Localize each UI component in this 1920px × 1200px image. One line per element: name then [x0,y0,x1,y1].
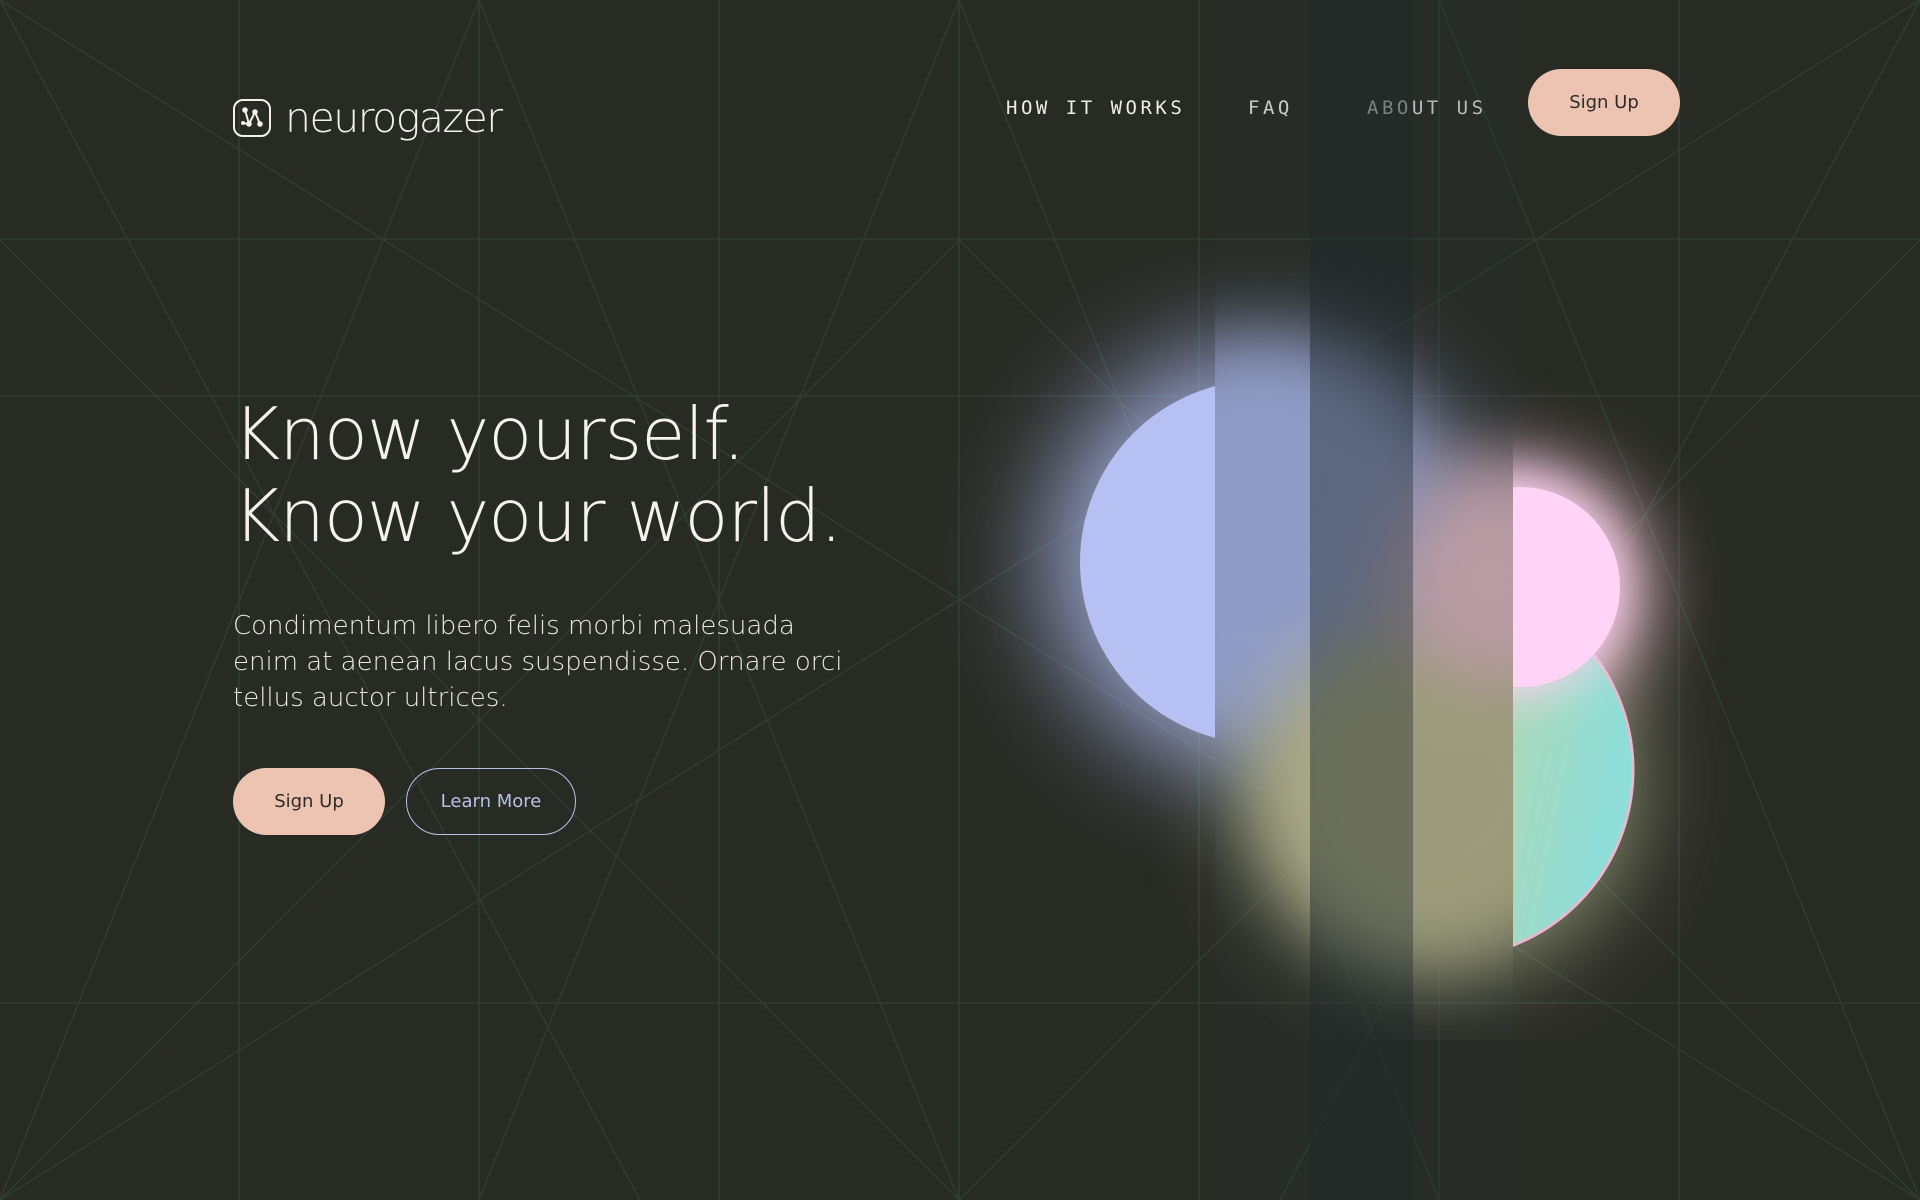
brand-logo[interactable]: neurogazer [233,92,503,144]
nav-link-how-it-works[interactable]: HOW IT WORKS [1006,97,1185,119]
glass-strip-top-side [1215,0,1310,220]
hero-title-line-2: Know your world. [233,474,843,558]
glass-strip-top-right [1413,0,1513,220]
brand-name: neurogazer [285,93,503,142]
glass-strip-bottom-right [1413,1040,1513,1200]
glass-strip-bottom-side [1215,1040,1310,1200]
glass-strip-top [1310,0,1413,220]
neural-nodes-icon [233,99,271,137]
hero-title-line-1: Know yourself. [233,392,745,476]
glass-strip-bottom [1310,1040,1413,1200]
site-header: neurogazer HOW IT WORKS FAQ ABOUT US Sig… [0,0,1920,180]
header-sign-up-button[interactable]: Sign Up [1528,69,1680,136]
hero-title: Know yourself. Know your world. [233,392,843,558]
hero-gradient-visual [1050,220,1650,1040]
learn-more-button[interactable]: Learn More [406,768,576,835]
hero-description: Condimentum libero felis morbi malesuada… [233,611,843,713]
hero-sign-up-button[interactable]: Sign Up [233,768,385,835]
